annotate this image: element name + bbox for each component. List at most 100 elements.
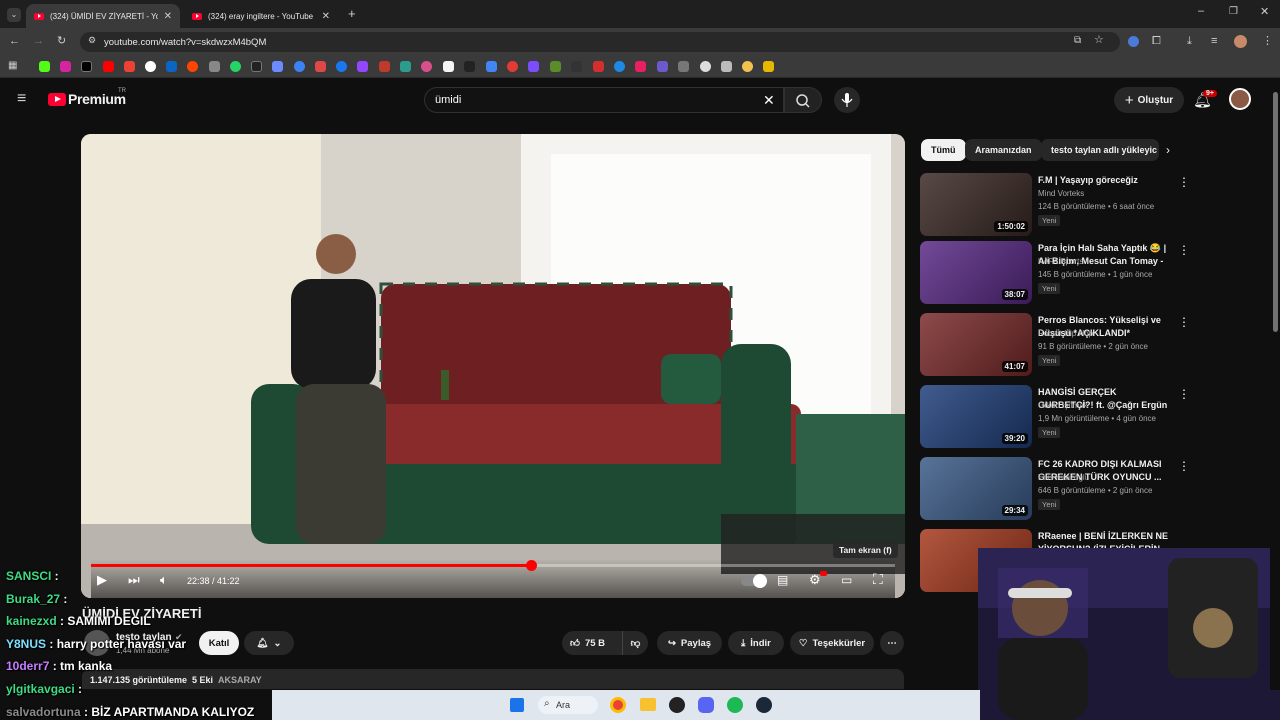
bookmark-outlook-icon[interactable] xyxy=(166,61,177,72)
chip-uploader[interactable]: testo taylan adlı yükleyic xyxy=(1041,139,1159,161)
start-menu-icon[interactable] xyxy=(510,698,524,712)
bookmark-icon[interactable] xyxy=(294,61,305,72)
minimize-icon[interactable]: – xyxy=(1198,6,1204,17)
theater-mode-icon[interactable]: ▭ xyxy=(841,573,852,587)
close-window-icon[interactable]: ✕ xyxy=(1260,7,1269,18)
video-thumbnail[interactable]: 38:07 xyxy=(920,241,1032,304)
video-thumbnail[interactable]: 41:07 xyxy=(920,313,1032,376)
recommendation-item[interactable]: 38:07 Para İçin Halı Saha Yaptık 😂 | Ali … xyxy=(920,241,1190,305)
hamburger-menu-icon[interactable]: ≡ xyxy=(17,91,26,107)
fullscreen-icon[interactable]: ⛶ xyxy=(873,571,883,588)
scrubber-handle[interactable] xyxy=(525,560,537,571)
video-thumbnail[interactable]: 1:50:02 xyxy=(920,173,1032,236)
clear-search-icon[interactable]: ✕ xyxy=(763,93,775,107)
site-info-icon[interactable]: ⚙ xyxy=(88,36,96,45)
bookmark-icon[interactable] xyxy=(721,61,732,72)
dislike-button[interactable]: 👎︎ xyxy=(622,631,648,655)
bookmark-icon[interactable] xyxy=(763,61,774,72)
bookmark-icon[interactable] xyxy=(443,61,454,72)
bookmark-icon[interactable] xyxy=(209,61,220,72)
search-button[interactable] xyxy=(784,87,822,113)
download-button[interactable]: ⤓ İndir xyxy=(728,631,784,655)
bookmark-facebook-icon[interactable] xyxy=(336,61,347,72)
close-tab-icon[interactable]: ✕ xyxy=(164,11,172,22)
chrome-icon[interactable] xyxy=(610,697,626,713)
subtitles-icon[interactable]: ▤ xyxy=(777,573,788,587)
location-tag[interactable]: AKSARAY xyxy=(218,675,262,685)
bookmark-icon[interactable] xyxy=(593,61,604,72)
recommendation-channel[interactable]: Mind Vorteks xyxy=(1038,189,1084,198)
bookmark-icon[interactable] xyxy=(400,61,411,72)
recommendation-channel[interactable]: Orkun Işıtmak xyxy=(1038,401,1088,410)
more-options-icon[interactable]: ⋮ xyxy=(1178,243,1190,257)
reload-icon[interactable]: ↻ xyxy=(57,36,66,47)
steam-icon[interactable] xyxy=(756,697,772,713)
bookmark-reddit-icon[interactable] xyxy=(187,61,198,72)
taskbar-search[interactable]: ⌕ Ara xyxy=(538,696,598,714)
bookmark-icon[interactable] xyxy=(614,61,625,72)
discord-icon[interactable] xyxy=(698,697,714,713)
bookmark-gmail-icon[interactable] xyxy=(124,61,135,72)
bookmark-instagram-icon[interactable] xyxy=(60,61,71,72)
bookmark-icon[interactable] xyxy=(507,61,518,72)
bookmark-icon[interactable] xyxy=(486,61,497,72)
recommendation-channel[interactable]: Robert Hip Hop xyxy=(1038,329,1093,338)
spotify-icon[interactable] xyxy=(727,697,743,713)
subscribed-bell-button[interactable]: 🔔︎ ⌄ xyxy=(244,631,294,655)
url-field[interactable]: ⚙ youtube.com/watch?v=skdwzxM4bQM ⧉ ☆ xyxy=(80,32,1120,52)
create-button[interactable]: + Oluştur xyxy=(1114,87,1184,113)
autoplay-toggle[interactable] xyxy=(741,574,767,588)
share-button[interactable]: ↪ Paylaş xyxy=(657,631,722,655)
more-options-icon[interactable]: ⋮ xyxy=(1178,315,1190,329)
maximize-icon[interactable]: ❐ xyxy=(1229,7,1238,17)
bookmark-kick-icon[interactable] xyxy=(39,61,50,72)
bookmark-icon[interactable] xyxy=(272,61,283,72)
profile-avatar[interactable] xyxy=(1234,35,1247,48)
recommendation-item[interactable]: 29:34 FC 26 KADRO DIŞI KALMASI GEREKEN TÜ… xyxy=(920,457,1190,521)
extension-icon[interactable] xyxy=(1128,36,1139,47)
bookmark-icon[interactable] xyxy=(657,61,668,72)
progress-bar[interactable] xyxy=(91,560,895,571)
bookmark-icon[interactable] xyxy=(421,61,432,72)
volume-icon[interactable]: 🔈︎ xyxy=(160,572,168,588)
tab-inactive[interactable]: (324) eray ingiltere - YouTube ✕ xyxy=(184,4,338,28)
recommendation-title[interactable]: F.M | Yaşayıp göreceğiz xyxy=(1038,174,1172,187)
recommendation-item[interactable]: 1:50:02 F.M | Yaşayıp göreceğiz Mind Vorte… xyxy=(920,173,1190,237)
bookmark-icon[interactable] xyxy=(635,61,646,72)
browser-menu-icon[interactable]: ⋮ xyxy=(1262,36,1273,47)
thanks-button[interactable]: ♡ Teşekkürler xyxy=(790,631,874,655)
more-actions-button[interactable]: ⋯ xyxy=(880,631,904,655)
install-app-icon[interactable]: ⧉ xyxy=(1074,36,1081,46)
tab-active[interactable]: (324) ÜMİDİ EV ZİYARETİ - YouTube ✕ xyxy=(26,4,180,28)
bookmark-icon[interactable] xyxy=(464,61,475,72)
recommendation-channel[interactable]: Enis Kirazoglu xyxy=(1038,473,1089,482)
close-tab-icon[interactable]: ✕ xyxy=(322,11,330,22)
voice-search-button[interactable] xyxy=(834,87,860,113)
bookmark-icon[interactable] xyxy=(528,61,539,72)
more-options-icon[interactable]: ⋮ xyxy=(1178,387,1190,401)
media-control-icon[interactable]: ≡ xyxy=(1211,36,1217,47)
bookmark-icon[interactable] xyxy=(678,61,689,72)
bookmark-icon[interactable] xyxy=(571,61,582,72)
app-icon[interactable] xyxy=(669,697,685,713)
bookmark-icon[interactable] xyxy=(379,61,390,72)
bookmark-icon[interactable] xyxy=(251,61,262,72)
bookmark-youtube-icon[interactable] xyxy=(103,61,114,72)
scrollbar-thumb[interactable] xyxy=(1273,92,1278,332)
bookmark-twitch-icon[interactable] xyxy=(357,61,368,72)
more-options-icon[interactable]: ⋮ xyxy=(1178,175,1190,189)
recommendation-channel[interactable]: KAFA Sports xyxy=(1038,257,1083,266)
settings-gear-icon[interactable]: ⚙ xyxy=(809,572,821,588)
play-icon[interactable]: ▶ xyxy=(97,572,107,588)
bookmark-x-icon[interactable] xyxy=(81,61,92,72)
bookmark-icon[interactable] xyxy=(550,61,561,72)
download-icon[interactable]: ⤓ xyxy=(1187,36,1192,47)
forward-icon[interactable]: → xyxy=(33,36,44,47)
tab-search-icon[interactable]: ⌄ xyxy=(7,8,21,22)
recommendation-item[interactable]: 41:07 Perros Blancos: Yükselişi ve Düşüşü… xyxy=(920,313,1190,377)
bookmark-star-icon[interactable]: ☆ xyxy=(1094,35,1104,46)
chips-next-icon[interactable]: › xyxy=(1166,143,1170,157)
apps-grid-icon[interactable]: ▦ xyxy=(8,61,17,71)
bookmark-whatsapp-icon[interactable] xyxy=(230,61,241,72)
video-thumbnail[interactable]: 29:34 xyxy=(920,457,1032,520)
